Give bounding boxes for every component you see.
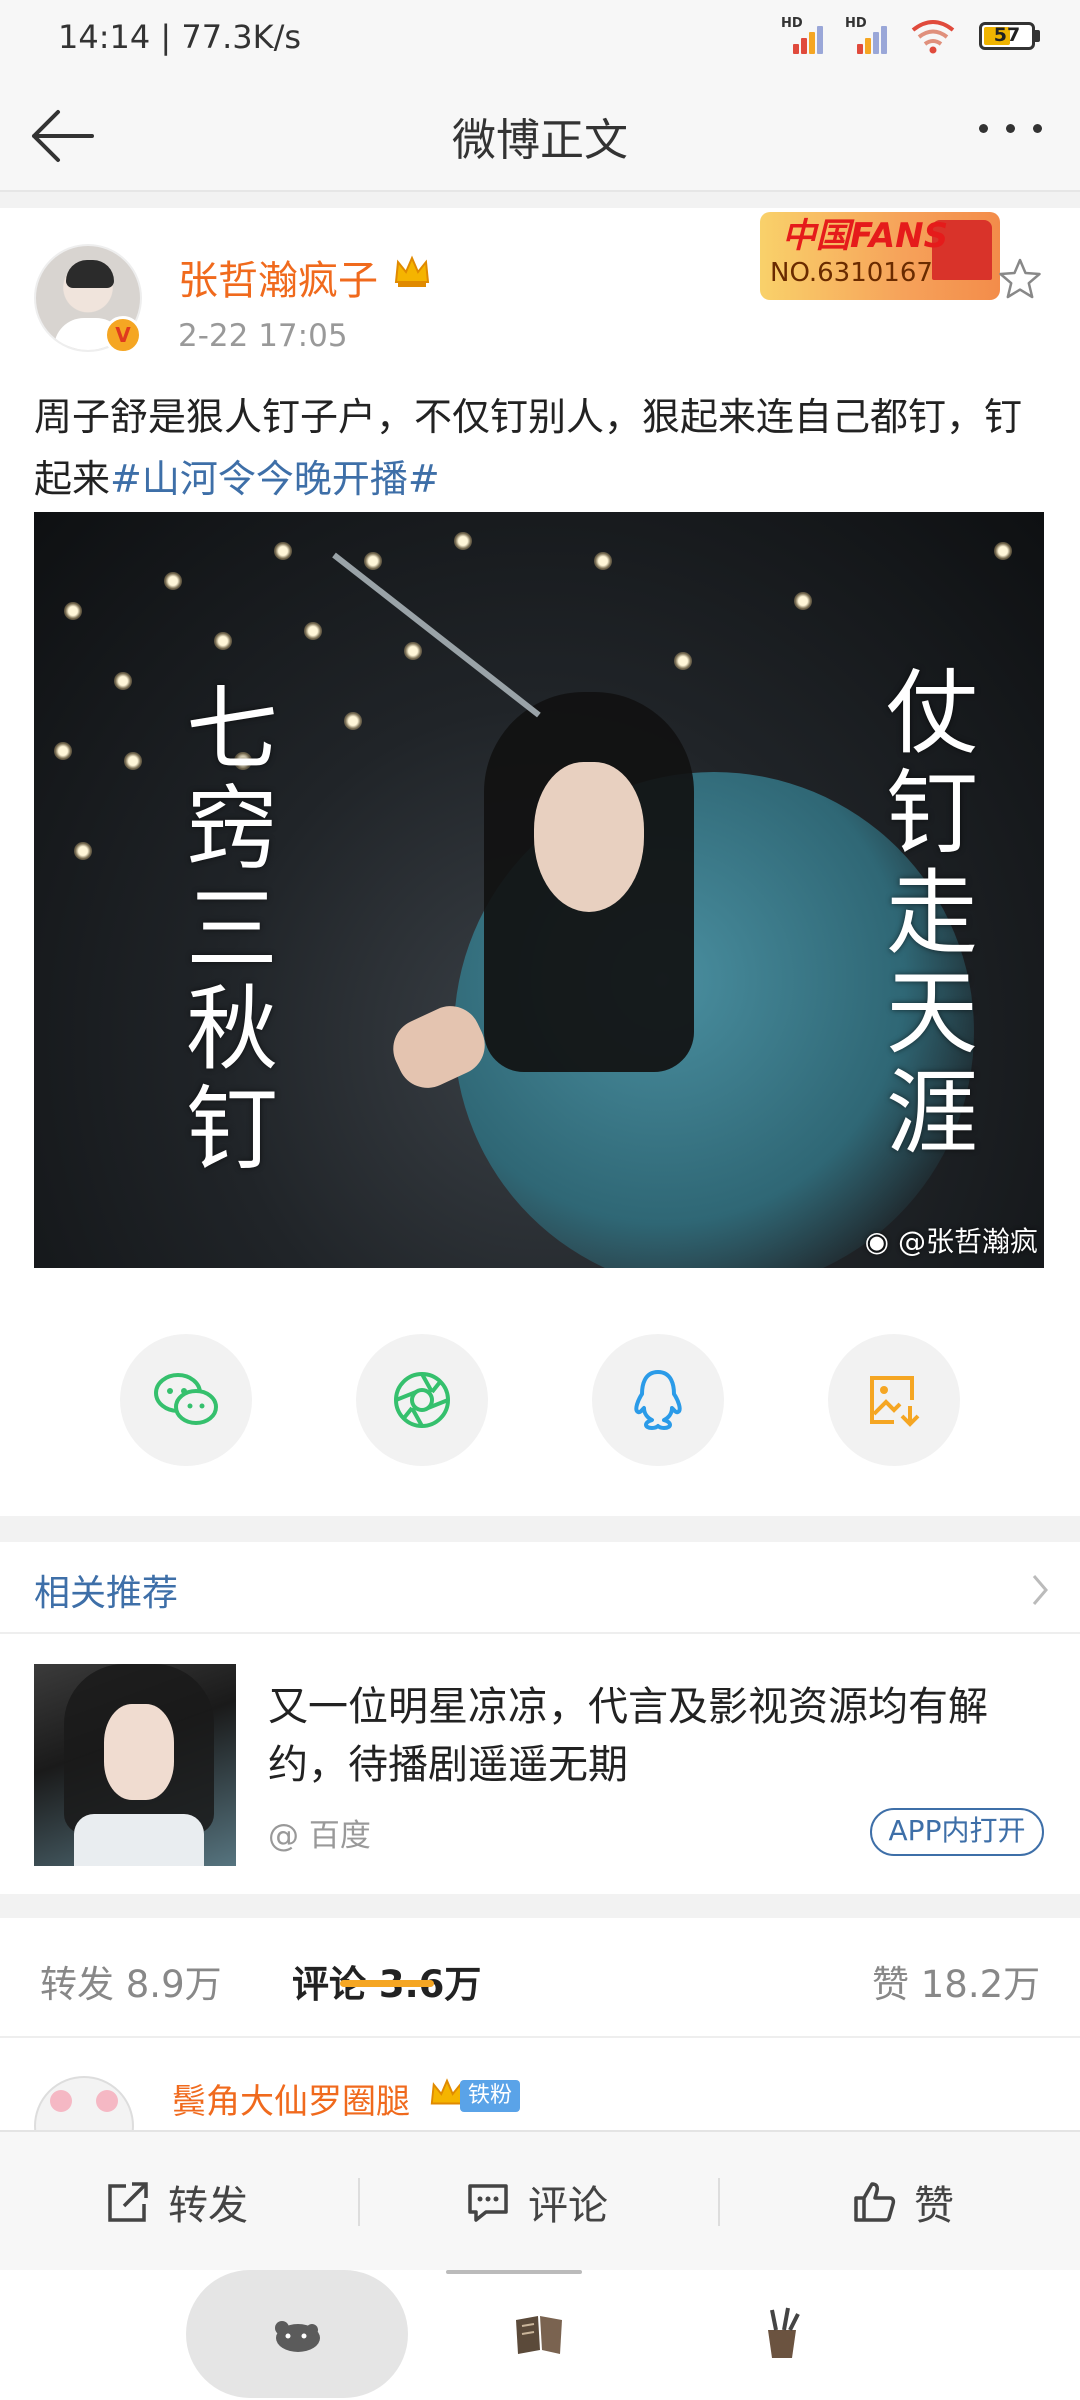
post-image[interactable]: 七窍三秋钉 仗钉走天涯 ◉ @张哲瀚疯 (34, 512, 1044, 1268)
image-caption-left: 七窍三秋钉 (185, 676, 278, 1183)
page-title: 微博正文 (452, 115, 628, 166)
share-qq-button[interactable] (592, 1334, 724, 1466)
share-moments-button[interactable] (356, 1334, 488, 1466)
repost-icon (108, 2182, 148, 2222)
hashtag-link[interactable]: #山河令今晚开播# (110, 457, 440, 501)
top-nav: 微博正文 (0, 80, 1080, 192)
signal-icon: HD (781, 16, 823, 56)
related-label: 相关推荐 (34, 1573, 179, 1614)
author-name[interactable]: 张哲瀚疯子 (178, 248, 378, 306)
tab-like[interactable]: 赞 18.2万 (872, 1954, 1040, 2008)
share-wechat-button[interactable] (120, 1334, 252, 1466)
fans-badge: 中国FANS NO.6310167 (740, 204, 1010, 302)
pet-toy-icon[interactable] (268, 2306, 328, 2362)
status-time: 14:14 | 77.3K/s (58, 18, 302, 56)
signal-icon: HD (845, 16, 887, 56)
related-source: @ 百度 (268, 1818, 371, 1854)
save-image-icon (870, 1376, 920, 1427)
status-icons: HD HD 57 (781, 16, 1040, 56)
battery-icon: 57 (979, 22, 1040, 50)
image-watermark: ◉ @张哲瀚疯 (864, 1225, 1038, 1258)
weibo-logo-icon: ◉ (864, 1225, 890, 1258)
crown-icon (394, 255, 430, 287)
related-header[interactable]: 相关推荐 (0, 1542, 1080, 1634)
comment-icon (468, 2184, 508, 2222)
pen-holder-icon[interactable] (752, 2306, 812, 2362)
comment-button[interactable]: 评论 (464, 2132, 608, 2272)
bottom-dock (0, 2270, 1080, 2400)
like-button[interactable]: 赞 (850, 2132, 954, 2272)
divider (0, 1894, 1080, 1918)
interaction-tabs: 转发 8.9万 评论 3.6万 赞 18.2万 (0, 1918, 1080, 2038)
fan-level-badge: 铁粉 (460, 2080, 520, 2112)
book-icon[interactable] (510, 2306, 570, 2362)
chevron-right-icon (1032, 1575, 1048, 1605)
related-thumbnail[interactable] (34, 1664, 236, 1866)
wechat-icon (154, 1373, 218, 1425)
verified-badge-icon: V (104, 316, 142, 354)
status-bar: 14:14 | 77.3K/s HD HD 57 (0, 0, 1080, 80)
favorite-star-icon[interactable] (996, 256, 1044, 304)
repost-button[interactable]: 转发 (104, 2132, 248, 2272)
share-bar (0, 1334, 1080, 1470)
thumbs-up-icon (854, 2182, 896, 2222)
post-time: 2-22 17:05 (178, 318, 348, 354)
moments-icon (394, 1372, 450, 1428)
post-text: 周子舒是狠人钉子户，不仅钉别人，狠起来连自己都钉，钉起来#山河令今晚开播# (34, 395, 1023, 501)
wifi-icon (911, 20, 955, 54)
save-image-button[interactable] (828, 1334, 960, 1466)
open-in-app-button[interactable]: APP内打开 (870, 1808, 1044, 1856)
active-tab-indicator (340, 1980, 434, 1987)
image-caption-right: 仗钉走天涯 (885, 660, 978, 1167)
divider (0, 1516, 1080, 1542)
qq-icon (634, 1370, 682, 1430)
action-bar: 转发 评论 赞 (0, 2130, 1080, 2270)
commenter-name[interactable]: 鬓角大仙罗圈腿 (172, 2074, 410, 2123)
related-title[interactable]: 又一位明星凉凉，代言及影视资源均有解约，待播剧遥遥无期 (268, 1678, 1054, 1794)
more-options-icon[interactable] (979, 124, 1042, 133)
home-indicator (446, 2270, 582, 2274)
tab-repost[interactable]: 转发 8.9万 (40, 1954, 222, 2008)
